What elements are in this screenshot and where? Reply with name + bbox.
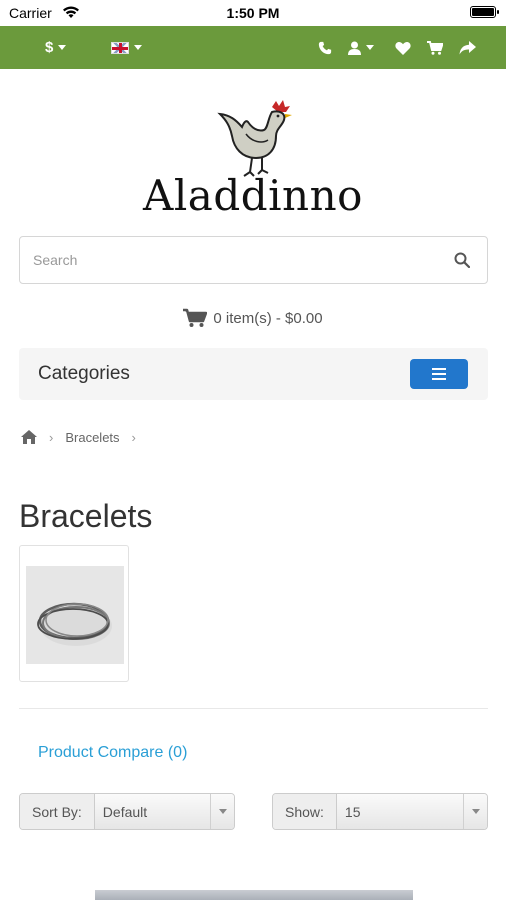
search-input[interactable] [20,237,438,283]
wishlist-button[interactable] [395,26,411,69]
language-selector[interactable] [111,26,142,69]
logo[interactable]: Aladdinno [0,98,506,223]
search-bar [19,236,488,284]
product-card[interactable] [19,545,129,682]
home-icon[interactable] [21,430,37,444]
product-compare-link[interactable]: Product Compare (0) [38,744,187,762]
rooster-logo-icon [217,100,292,177]
sort-by-value[interactable]: Default [94,794,234,829]
sort-by-label: Sort By: [20,794,95,829]
share-icon [459,40,476,54]
heart-icon [395,41,411,55]
uk-flag-icon [111,41,129,54]
top-bar: $ [0,26,506,69]
user-icon [348,41,361,55]
cart-icon [183,308,208,327]
breadcrumb: › Bracelets › [21,427,148,447]
status-bar: Carrier 1:50 PM [0,0,506,26]
categories-menu-button[interactable] [410,359,468,389]
status-time: 1:50 PM [226,5,280,21]
page-title: Bracelets [19,498,153,534]
account-button[interactable] [348,26,374,69]
chevron-right-icon: › [131,429,136,445]
cart-summary-button[interactable]: 0 item(s) - $0.00 [0,305,506,331]
categories-title: Categories [38,363,130,384]
currency-selector[interactable]: $ [45,26,67,69]
categories-bar: Categories [19,348,488,400]
chevron-down-icon [366,45,374,50]
chevron-down-icon [463,794,487,829]
sort-by-select[interactable]: Sort By: Default [19,793,235,830]
breadcrumb-item-bracelets[interactable]: Bracelets [65,430,119,445]
phone-button[interactable] [318,26,332,69]
show-label: Show: [273,794,337,829]
chevron-down-icon [134,45,142,50]
battery-icon [470,6,499,18]
hamburger-icon [432,368,446,370]
cart-icon [427,40,443,55]
cart-summary-text: 0 item(s) - $0.00 [213,309,323,327]
show-limit-select[interactable]: Show: 15 [272,793,488,830]
search-icon [454,252,470,268]
phone-icon [318,41,332,54]
product-image[interactable] [26,566,124,664]
logo-text: Aladdinno [143,171,363,220]
show-value[interactable]: 15 [336,794,487,829]
search-button[interactable] [437,237,487,283]
chevron-down-icon [58,45,67,50]
checkout-button[interactable] [459,26,476,69]
cart-button[interactable] [427,26,443,69]
currency-symbol: $ [45,39,54,56]
divider [19,708,488,709]
chevron-right-icon: › [49,429,54,445]
chevron-down-icon [210,794,234,829]
banner-image-partial [95,890,413,900]
